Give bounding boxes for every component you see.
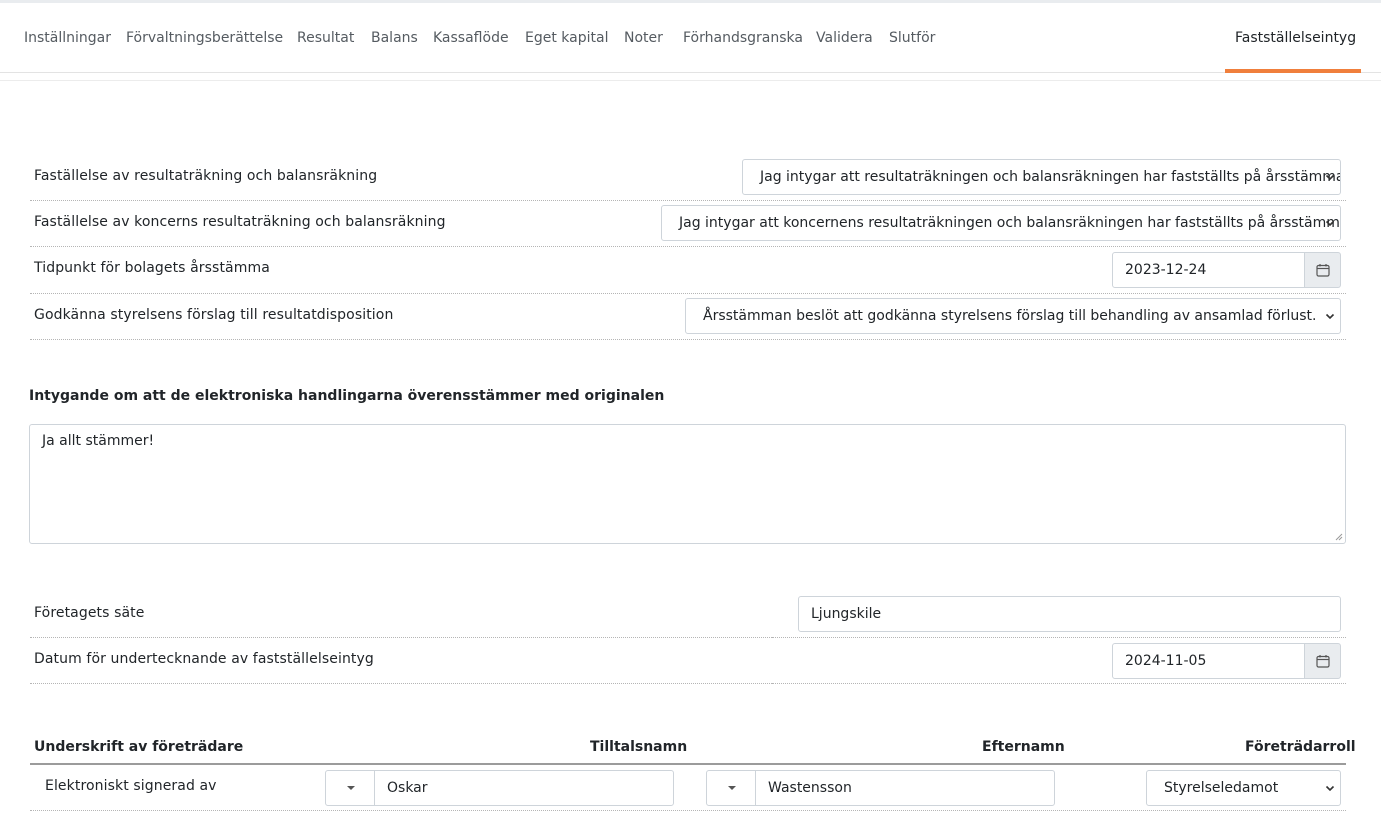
row-divider [30, 339, 1346, 340]
tab-slutfor[interactable]: Slutför [889, 3, 935, 73]
role-select[interactable]: Styrelseledamot [1146, 770, 1341, 806]
tab-kassaflode[interactable]: Kassaflöde [433, 3, 509, 73]
last-name-field: Wastensson [706, 770, 1055, 806]
agm-date-input[interactable]: 2023-12-24 [1112, 252, 1305, 288]
row-divider [30, 293, 1346, 294]
chevron-down-icon [1325, 785, 1335, 792]
chevron-down-icon [1325, 313, 1335, 320]
row-divider [30, 246, 1346, 247]
tab-forvaltningsberattelse[interactable]: Förvaltningsberättelse [126, 3, 283, 73]
disposition-select-value: Årsstämman beslöt att godkänna styrelsen… [703, 308, 1317, 324]
header-first-name: Tilltalsnamn [590, 739, 688, 755]
sign-date-calendar-button[interactable] [1304, 643, 1341, 679]
tab-installningar[interactable]: Inställningar [24, 3, 111, 73]
group-adoption-select[interactable]: Jag intygar att koncernens resultaträkni… [661, 205, 1341, 241]
first-name-dropdown-button[interactable] [325, 770, 375, 806]
calendar-icon [1316, 655, 1330, 668]
tab-bar: Inställningar Förvaltningsberättelse Res… [0, 3, 1381, 73]
agm-date-picker: 2023-12-24 [1112, 252, 1341, 288]
chevron-down-icon [1325, 174, 1335, 181]
first-name-input[interactable]: Oskar [374, 770, 674, 806]
header-signature: Underskrift av företrädare [34, 739, 244, 755]
table-header-divider [30, 763, 1346, 765]
signed-by-label: Elektroniskt signerad av [45, 778, 217, 794]
row-divider [30, 200, 1346, 201]
caret-down-icon [347, 786, 355, 790]
tab-balans[interactable]: Balans [371, 3, 418, 73]
sign-date-picker: 2024-11-05 [1112, 643, 1341, 679]
last-name-input[interactable]: Wastensson [755, 770, 1055, 806]
row-divider [772, 637, 1346, 638]
disposition-select[interactable]: Årsstämman beslöt att godkänna styrelsen… [685, 298, 1341, 334]
tab-noter[interactable]: Noter [624, 3, 663, 73]
row-divider [30, 637, 772, 638]
chevron-down-icon [1325, 220, 1335, 227]
tab-faststallelseintyg[interactable]: Fastställelseintyg [1235, 3, 1356, 73]
seat-input[interactable]: Ljungskile [798, 596, 1341, 632]
tab-forhandsgranska[interactable]: Förhandsgranska [683, 3, 803, 73]
active-tab-indicator [1225, 69, 1361, 73]
agm-date-label: Tidpunkt för bolagets årsstämma [34, 260, 270, 276]
adoption-select-value: Jag intygar att resultaträkningen och ba… [760, 169, 1341, 185]
disposition-label: Godkänna styrelsens förslag till resulta… [34, 307, 394, 323]
tab-eget-kapital[interactable]: Eget kapital [525, 3, 608, 73]
header-role: Företrädarroll [1245, 739, 1356, 755]
seat-label: Företagets säte [34, 605, 145, 621]
tab-resultat[interactable]: Resultat [297, 3, 354, 73]
role-select-value: Styrelseledamot [1164, 780, 1279, 796]
certification-text: Ja allt stämmer! [42, 433, 155, 449]
caret-down-icon [728, 786, 736, 790]
tab-validera[interactable]: Validera [816, 3, 873, 73]
first-name-field: Oskar [325, 770, 674, 806]
certification-title: Intygande om att de elektroniska handlin… [29, 388, 665, 404]
adoption-label: Faställelse av resultaträkning och balan… [34, 168, 378, 184]
certification-textarea[interactable]: Ja allt stämmer! [29, 424, 1346, 544]
row-divider [772, 683, 1346, 684]
last-name-dropdown-button[interactable] [706, 770, 756, 806]
adoption-select[interactable]: Jag intygar att resultaträkningen och ba… [742, 159, 1341, 195]
group-adoption-select-value: Jag intygar att koncernens resultaträkni… [679, 215, 1341, 231]
resize-handle-icon[interactable] [1335, 533, 1343, 541]
sign-date-input[interactable]: 2024-11-05 [1112, 643, 1305, 679]
header-last-name: Efternamn [982, 739, 1065, 755]
row-divider [30, 810, 1346, 811]
group-adoption-label: Faställelse av koncerns resultaträkning … [34, 214, 446, 230]
agm-calendar-button[interactable] [1304, 252, 1341, 288]
sign-date-label: Datum för undertecknande av fastställels… [34, 651, 374, 667]
row-divider [30, 683, 772, 684]
calendar-icon [1316, 264, 1330, 277]
header-divider [0, 80, 1381, 81]
